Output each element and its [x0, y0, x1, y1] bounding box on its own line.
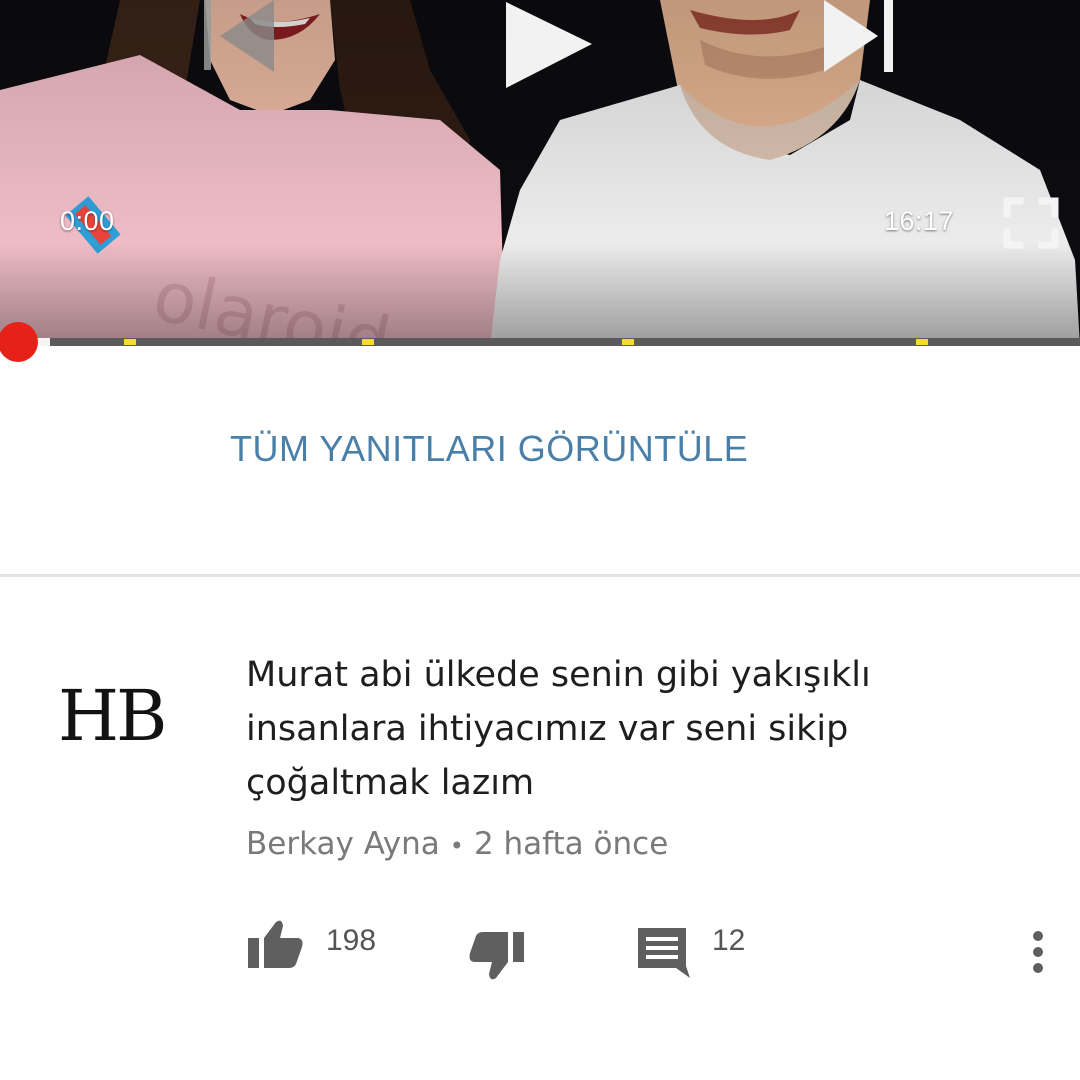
- reply-count: 12: [712, 924, 746, 957]
- comment-text: Murat abi ülkede senin gibi yakışıklı in…: [246, 648, 1026, 810]
- ad-marker: [124, 339, 136, 345]
- comment-line: insanlara ihtiyacımız var seni sikip: [246, 709, 849, 749]
- thumb-up-icon: [248, 920, 303, 968]
- thumb-down-icon: [469, 932, 524, 980]
- like-count: 198: [326, 924, 377, 957]
- comment-line: Murat abi ülkede senin gibi yakışıklı: [246, 655, 871, 695]
- ad-marker: [916, 339, 928, 345]
- next-button[interactable]: [820, 0, 900, 80]
- current-time: 0:00: [60, 206, 115, 236]
- ad-marker: [622, 339, 634, 345]
- video-player[interactable]: olaroid: [0, 0, 1080, 346]
- view-all-replies-link[interactable]: TÜM YANITLARI GÖRÜNTÜLE: [230, 428, 748, 470]
- previous-button[interactable]: [200, 0, 280, 80]
- comment-author[interactable]: Berkay Ayna: [246, 826, 440, 862]
- play-icon: [506, 2, 592, 88]
- comment-timestamp: 2 hafta önce: [473, 826, 669, 862]
- fullscreen-button[interactable]: [1002, 196, 1060, 250]
- total-duration: 16:17: [884, 206, 955, 236]
- avatar[interactable]: HB: [58, 666, 198, 766]
- previous-icon: [204, 0, 274, 72]
- play-button[interactable]: [500, 0, 600, 95]
- like-button[interactable]: [246, 918, 306, 970]
- reply-icon: [638, 928, 690, 978]
- meta-separator: •: [449, 831, 464, 860]
- divider: [0, 574, 1080, 577]
- progress-bar[interactable]: [0, 338, 1080, 346]
- progress-scrubber[interactable]: [0, 322, 38, 362]
- more-options-button[interactable]: [1026, 926, 1050, 980]
- more-vert-icon: [1033, 931, 1043, 973]
- comment-meta: Berkay Ayna • 2 hafta önce: [246, 826, 668, 862]
- next-icon: [824, 0, 893, 72]
- fullscreen-icon: [1003, 197, 1059, 249]
- comment-line: çoğaltmak lazım: [246, 763, 535, 803]
- ad-marker: [362, 339, 374, 345]
- reply-button[interactable]: [636, 926, 692, 980]
- dislike-button[interactable]: [466, 930, 526, 984]
